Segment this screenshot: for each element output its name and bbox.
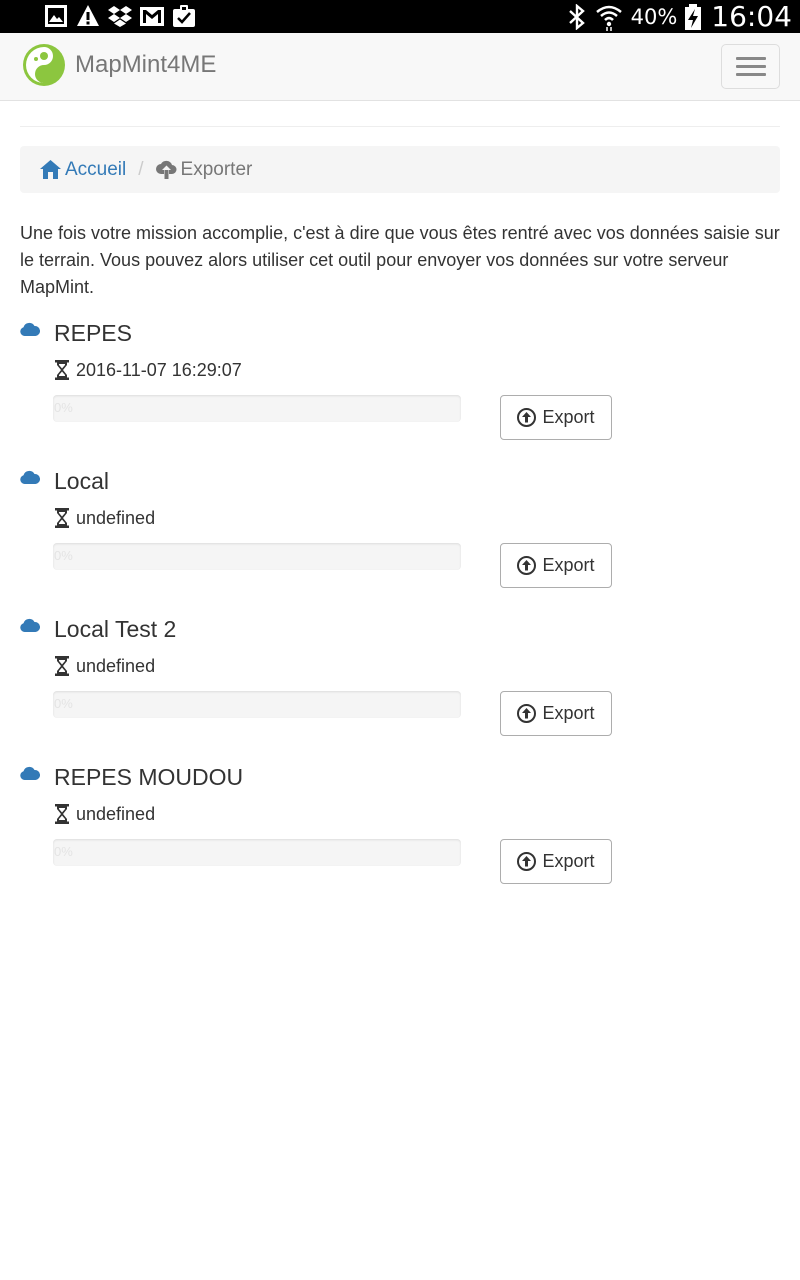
export-button-label: Export [542, 555, 595, 575]
hourglass-icon [55, 804, 69, 824]
export-button-label: Export [542, 703, 595, 723]
progress-bar: 0% [53, 691, 461, 718]
battery-charging-icon [685, 3, 702, 30]
hamburger-icon-bar [736, 73, 766, 76]
home-icon [40, 160, 61, 179]
upload-circle-icon [517, 408, 537, 427]
cloud-icon [20, 766, 40, 780]
mission-date-value: undefined [76, 507, 156, 528]
breadcrumb-home-label: Accueil [65, 158, 127, 180]
wifi-icon [595, 5, 622, 31]
progress-bar: 0% [53, 395, 461, 422]
mission-date-value: undefined [76, 803, 156, 824]
progress-bar: 0% [53, 839, 461, 866]
export-button-label: Export [542, 407, 595, 427]
upload-circle-icon [517, 704, 537, 723]
hourglass-icon [55, 656, 69, 676]
mission-name: REPES [54, 320, 132, 346]
cloud-upload-icon [155, 160, 177, 179]
progress-label: 0% [54, 548, 73, 563]
image-icon [45, 5, 67, 27]
mission-name: Local Test 2 [54, 616, 177, 642]
breadcrumb-separator: / [138, 158, 144, 180]
warning-icon [77, 5, 99, 26]
cloud-icon [20, 322, 40, 336]
gmail-icon [140, 7, 164, 26]
hamburger-icon [736, 57, 766, 60]
notification-icons [44, 4, 196, 28]
cloud-icon [20, 618, 40, 632]
export-button[interactable]: Export [500, 691, 612, 736]
progress-label: 0% [54, 696, 73, 711]
battery-percent: 40% [630, 4, 678, 29]
clipboard-check-icon [173, 5, 195, 27]
progress-label: 0% [54, 400, 73, 415]
mission-date: 2016-11-07 16:29:07 [54, 358, 242, 382]
system-icons: 40% 16:04 [567, 0, 792, 33]
mission-item: Local Test 2 undefined 0% Export [20, 616, 780, 756]
intro-text: Une fois votre mission accomplie, c'est … [20, 223, 780, 297]
breadcrumb-current: Exporter [155, 158, 253, 181]
upload-circle-icon [517, 556, 537, 575]
mission-name: Local [54, 468, 109, 494]
progress-bar: 0% [53, 543, 461, 570]
mission-date-value: 2016-11-07 16:29:07 [76, 359, 242, 380]
progress-label: 0% [54, 844, 73, 859]
breadcrumb-home-link[interactable]: Accueil [40, 159, 126, 181]
menu-toggle-button[interactable] [721, 44, 780, 89]
mission-date: undefined [54, 802, 155, 826]
export-button[interactable]: Export [500, 395, 612, 440]
breadcrumb: Accueil / Exporter [20, 146, 780, 193]
mission-date: undefined [54, 506, 155, 530]
mission-item: REPES MOUDOU undefined 0% Export [20, 764, 780, 904]
hourglass-icon [55, 360, 69, 380]
hamburger-icon-bar [736, 65, 766, 68]
export-button[interactable]: Export [500, 543, 612, 588]
hourglass-icon [55, 508, 69, 528]
navbar: MapMint4ME [0, 33, 800, 101]
bluetooth-icon [568, 3, 585, 30]
status-bar: 40% 16:04 [0, 0, 800, 33]
brand-name[interactable]: MapMint4ME [75, 51, 216, 79]
clock: 16:04 [711, 0, 792, 33]
cloud-icon [20, 470, 40, 484]
upload-circle-icon [517, 852, 537, 871]
mission-item: Local undefined 0% Export [20, 468, 780, 608]
dropbox-icon [108, 6, 132, 27]
mission-date: undefined [54, 654, 155, 678]
divider [20, 126, 780, 127]
mission-name: REPES MOUDOU [54, 764, 244, 790]
export-button-label: Export [542, 851, 595, 871]
mapmint-logo-icon[interactable] [22, 43, 66, 87]
mission-date-value: undefined [76, 655, 156, 676]
export-button[interactable]: Export [500, 839, 612, 884]
mission-item: REPES 2016-11-07 16:29:07 0% Export [20, 320, 780, 460]
breadcrumb-current-label: Exporter [180, 158, 253, 180]
